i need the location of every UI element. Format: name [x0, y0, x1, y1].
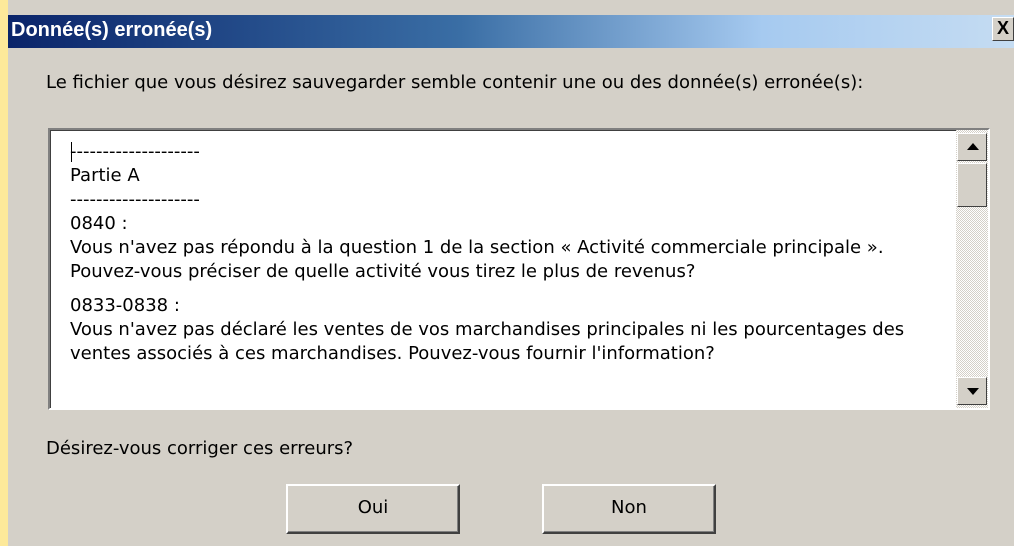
- error-code: 0833-0838 :: [70, 295, 180, 316]
- separator-line: --------------------: [70, 141, 200, 162]
- vertical-scrollbar[interactable]: [956, 130, 988, 408]
- close-icon: X: [996, 18, 1009, 38]
- errors-content: -------------------- Partie A ----------…: [70, 140, 950, 366]
- scroll-thumb[interactable]: [957, 163, 987, 207]
- dialog-message: Le fichier que vous désirez sauvegarder …: [46, 72, 864, 93]
- dialog-title: Donnée(s) erronée(s): [11, 19, 213, 41]
- error-text: Vous n'avez pas répondu à la question 1 …: [70, 237, 884, 258]
- scroll-up-button[interactable]: [957, 133, 987, 161]
- error-text: ventes associés à ces marchandises. Pouv…: [70, 343, 715, 364]
- yes-button[interactable]: Oui: [286, 484, 460, 534]
- no-button[interactable]: Non: [542, 484, 716, 534]
- error-code: 0840 :: [70, 213, 128, 234]
- separator-line: --------------------: [70, 189, 200, 210]
- title-bar[interactable]: Donnée(s) erronée(s) X: [8, 15, 1014, 48]
- scroll-down-button[interactable]: [957, 377, 987, 405]
- error-text: Pouvez-vous préciser de quelle activité …: [70, 261, 696, 282]
- errors-textbox[interactable]: -------------------- Partie A ----------…: [48, 128, 990, 410]
- error-dialog: Donnée(s) erronée(s) X Le fichier que vo…: [8, 0, 1014, 546]
- confirm-question: Désirez-vous corriger ces erreurs?: [46, 438, 354, 459]
- arrow-down-icon: [967, 388, 979, 395]
- error-text: Vous n'avez pas déclaré les ventes de vo…: [70, 319, 905, 340]
- section-heading: Partie A: [70, 165, 140, 186]
- arrow-up-icon: [967, 143, 979, 150]
- close-button[interactable]: X: [992, 17, 1014, 41]
